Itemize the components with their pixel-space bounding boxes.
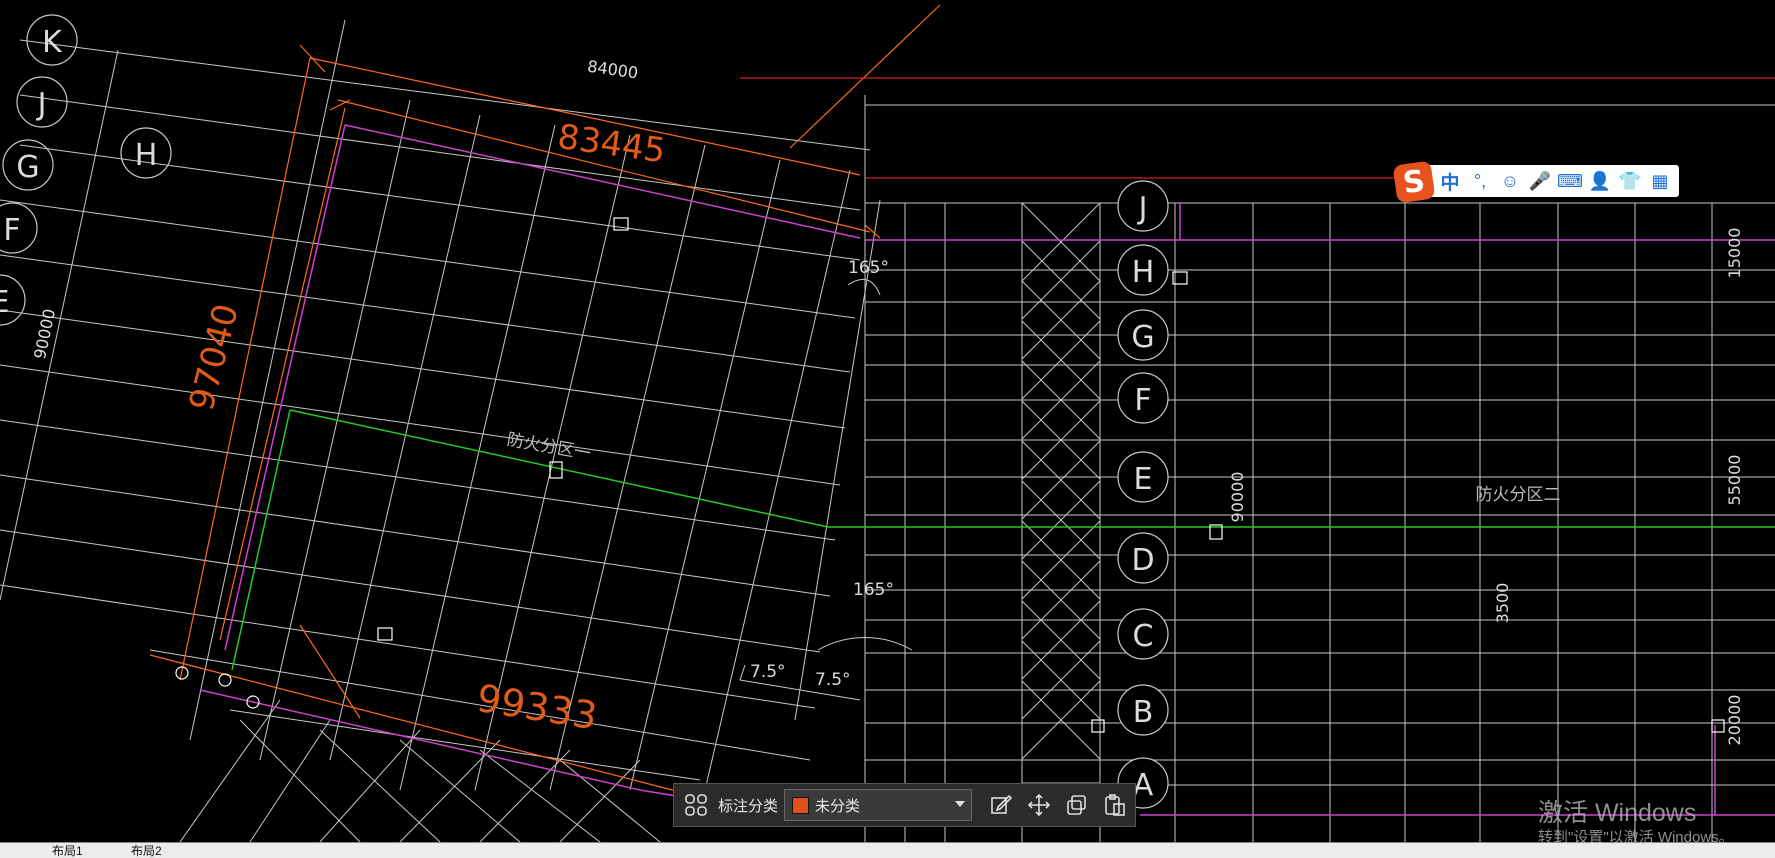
toolbox-grid-icon[interactable]: ▦ [1647,168,1673,194]
grid-bubble-label: K [42,25,63,60]
fixture-symbols [175,217,1725,733]
grid-bubble-label: B [1133,695,1154,730]
angle-top: 165° [848,258,889,278]
angle-marks [739,278,913,701]
user-icon[interactable]: 👤 [1587,168,1613,194]
chevron-down-icon [955,801,966,807]
sogou-logo-icon[interactable]: S [1392,160,1436,204]
grid-bubble-label: C [1133,619,1154,654]
cad-drawing: K J G H F E 84000 83445 97040 90000 9933… [0,4,1775,842]
windows-activation-watermark: 激活 Windows 转到"设置"以激活 Windows。 [1538,798,1734,848]
annotation-toolbar: 标注分类 未分类 [673,783,1136,827]
right-grid [864,95,1775,842]
categories-icon[interactable] [682,791,710,819]
grid-bubble-label: G [16,150,39,185]
edit-icon[interactable] [986,790,1016,820]
grid-bubble-label: E [0,285,9,320]
red-lines [740,77,1775,179]
keyboard-icon[interactable]: ⌨ [1557,168,1583,194]
dimension-right-edge-top: 15000 [1725,228,1744,279]
dimension-small: 3500 [1493,583,1512,624]
dimension-right-edge-bottom: 20000 [1725,695,1744,746]
ime-punctuation-toggle[interactable]: °, [1467,168,1493,194]
dimension-top: 84000 [586,57,639,83]
cad-drawing-canvas[interactable]: K J G H F E 84000 83445 97040 90000 9933… [0,0,1775,842]
dimension-right-mid: 90000 [1228,472,1247,523]
category-color-swatch [792,796,810,814]
microphone-icon[interactable]: 🎤 [1527,168,1553,194]
grid-bubble-label: H [135,138,158,173]
angle-right-small: 7.5° [815,670,851,690]
dimension-top-inner: 83445 [555,117,668,172]
copy-icon[interactable] [1062,790,1092,820]
dimension-left-long: 97040 [182,300,247,415]
move-icon[interactable] [1024,790,1054,820]
annotation-category-select[interactable]: 未分类 [784,789,973,821]
ime-toolbar: S 中 °, ☺ 🎤 ⌨ 👤 👕 ▦ [1392,160,1679,204]
category-select-value: 未分类 [815,797,861,815]
tab-layout-1[interactable]: 布局1 [52,843,83,858]
dimension-bottom: 99333 [474,676,600,738]
grid-bubble-label: D [1131,543,1154,578]
grid-bubble-label: H [1132,255,1155,290]
grid-bubble-label: J [1137,191,1148,226]
grid-bubble-label: J [36,87,47,122]
activation-subtitle: 转到"设置"以激活 Windows。 [1538,829,1734,846]
zone-two-label: 防火分区二 [1476,485,1561,505]
tab-layout-2[interactable]: 布局2 [131,843,162,858]
ime-language-toggle[interactable]: 中 [1437,168,1463,194]
angle-left-small: 7.5° [750,662,786,682]
dimension-right-edge-mid: 55000 [1725,455,1744,506]
grid-bubble-label: F [1134,383,1151,418]
grid-bubble-label: G [1131,320,1154,355]
emoji-icon[interactable]: ☺ [1497,168,1523,194]
paste-icon[interactable] [1100,790,1130,820]
skin-shirt-icon[interactable]: 👕 [1617,168,1643,194]
grid-bubble-label: F [3,213,20,248]
grid-bubble-label: E [1134,462,1153,497]
annotation-category-label: 标注分类 [718,797,779,815]
activation-title: 激活 Windows [1538,799,1697,827]
layout-tabs: 布局1 布局2 [0,842,1775,858]
left-grid [0,19,881,842]
hatched-column [1021,202,1101,784]
